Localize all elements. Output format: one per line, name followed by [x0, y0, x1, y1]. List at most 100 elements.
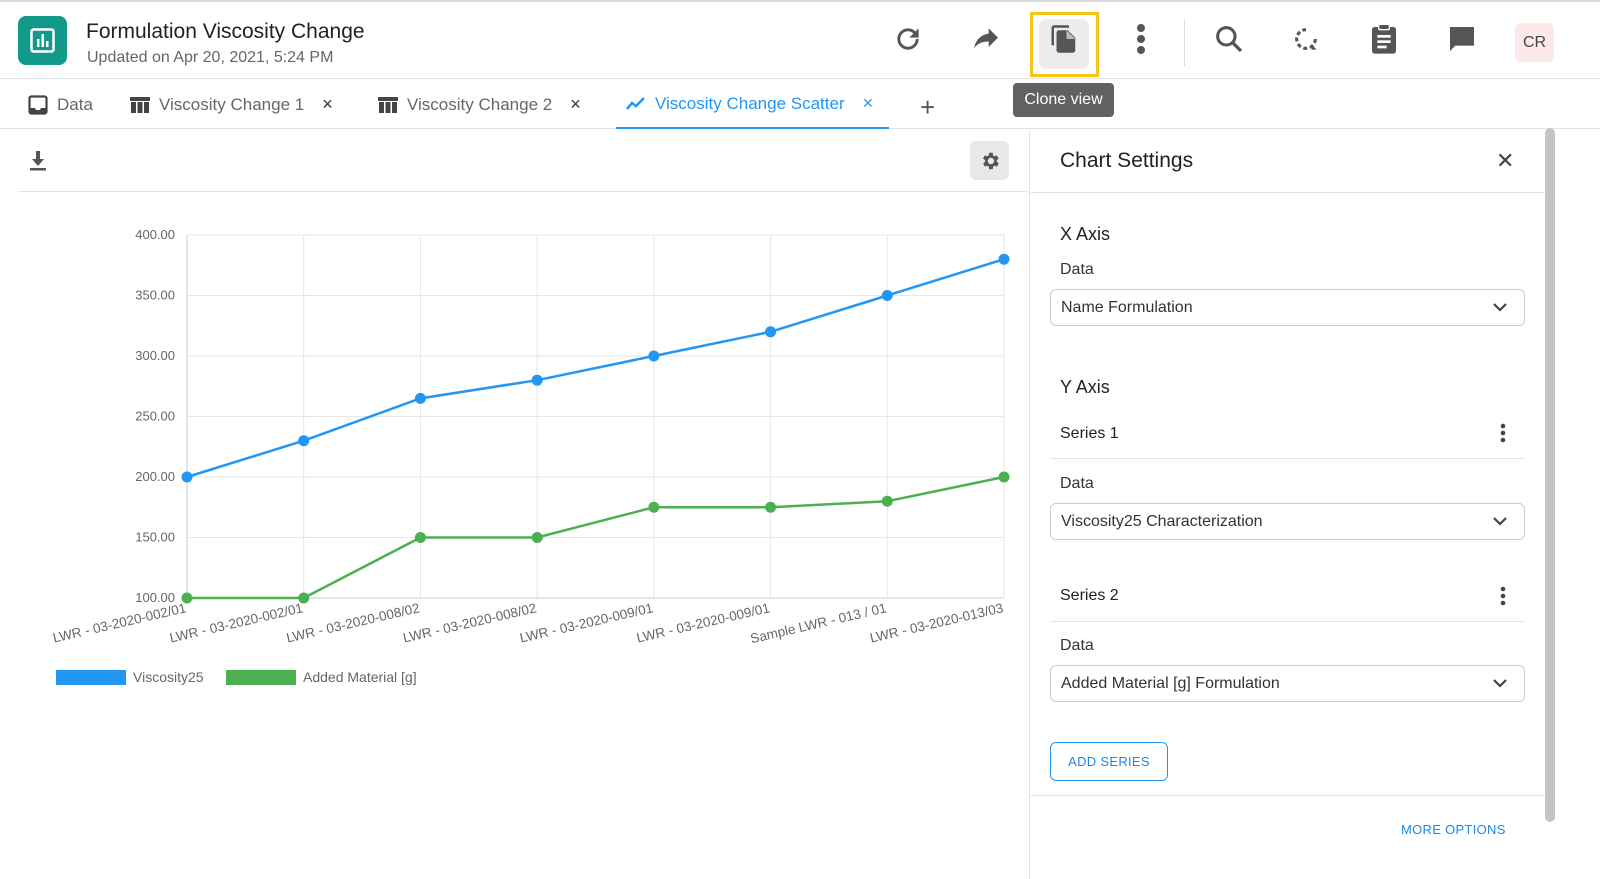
series-1-menu-icon[interactable]: [1500, 423, 1506, 443]
download-icon: [30, 151, 46, 171]
legend-label: Viscosity25: [133, 669, 204, 685]
sync-button[interactable]: [1283, 16, 1329, 62]
legend-label: Added Material [g]: [303, 669, 417, 685]
panel-scrollbar[interactable]: [1545, 128, 1555, 822]
series-2-label: Series 2: [1060, 587, 1119, 604]
chart-toolbar: [18, 130, 1028, 192]
search-icon: [1216, 26, 1243, 53]
legend-swatch: [56, 670, 126, 685]
data-point: [298, 592, 310, 604]
refresh-button[interactable]: [885, 16, 931, 62]
select-value: Name Formulation: [1061, 298, 1193, 316]
download-button[interactable]: [28, 150, 48, 177]
tab-data[interactable]: Data: [28, 80, 93, 129]
app-logo-icon: [18, 16, 67, 65]
x-tick-label: LWR - 03-2020-002/01: [168, 600, 304, 645]
x-tick-label: LWR - 03-2020-009/01: [518, 600, 654, 645]
tab-label: Viscosity Change 2: [407, 94, 553, 114]
data-point: [298, 435, 310, 447]
close-panel-icon[interactable]: ✕: [1496, 148, 1514, 174]
data-point: [414, 392, 426, 404]
data-point: [765, 326, 777, 338]
data-point: [648, 350, 660, 362]
chevron-down-icon: [1493, 517, 1507, 526]
tab-label: Data: [57, 94, 93, 114]
table-icon: [378, 96, 398, 113]
data-point: [881, 495, 893, 507]
line-chart-icon: [626, 96, 645, 110]
divider: [1050, 621, 1525, 622]
tab-viscosity-change-1[interactable]: Viscosity Change 1 ×: [130, 80, 333, 129]
clone-icon: [1051, 25, 1076, 53]
clone-view-icon-wrap[interactable]: [1041, 16, 1087, 62]
updated-timestamp: Updated on Apr 20, 2021, 5:24 PM: [87, 49, 334, 66]
series-1-data-select[interactable]: Viscosity25 Characterization: [1050, 503, 1525, 540]
data-point: [998, 471, 1010, 483]
series-1-label: Series 1: [1060, 425, 1119, 442]
chevron-down-icon: [1493, 679, 1507, 688]
x-tick-label: LWR - 03-2020-008/02: [285, 600, 421, 645]
header: Formulation Viscosity Change Updated on …: [0, 2, 1600, 79]
data-point: [648, 501, 660, 513]
toolbar-divider: [1184, 20, 1185, 66]
more-menu-button[interactable]: [1118, 16, 1164, 62]
more-options-link[interactable]: MORE OPTIONS: [1401, 822, 1506, 837]
tab-label: Viscosity Change Scatter: [655, 93, 845, 113]
tab-viscosity-change-2[interactable]: Viscosity Change 2 ×: [378, 80, 581, 129]
series-2-menu-icon[interactable]: [1500, 586, 1506, 606]
series-1-data-label: Data: [1060, 475, 1094, 492]
y-tick-label: 400.00: [135, 227, 175, 242]
clipboard-icon: [1372, 23, 1396, 54]
close-tab-icon[interactable]: ×: [570, 94, 581, 115]
x-tick-label: LWR - 03-2020-002/01: [51, 600, 187, 645]
gear-icon: [982, 152, 999, 169]
search-button[interactable]: [1206, 16, 1252, 62]
tab-label: Viscosity Change 1: [159, 94, 305, 114]
comments-button[interactable]: [1439, 16, 1485, 62]
y-tick-label: 150.00: [135, 530, 175, 545]
page-title: Formulation Viscosity Change: [86, 20, 365, 43]
y-tick-label: 250.00: [135, 409, 175, 424]
add-tab-button[interactable]: +: [920, 92, 935, 123]
close-tab-icon[interactable]: ×: [322, 94, 333, 115]
data-point: [181, 592, 193, 604]
tab-viscosity-change-scatter[interactable]: Viscosity Change Scatter ×: [616, 80, 889, 129]
data-point: [531, 532, 543, 543]
tab-bar: Data Viscosity Change 1 × Viscosity Chang…: [0, 80, 1600, 129]
y-tick-label: 350.00: [135, 288, 175, 303]
x-axis-heading: X Axis: [1060, 224, 1111, 244]
data-point: [181, 471, 193, 483]
table-icon: [130, 96, 150, 113]
legend-swatch: [226, 670, 296, 685]
x-tick-label: LWR - 03-2020-008/02: [402, 600, 538, 645]
y-axis-heading: Y Axis: [1060, 377, 1110, 397]
close-tab-icon[interactable]: ×: [863, 93, 874, 114]
series-line-1: [186, 258, 1005, 479]
divider: [1030, 795, 1547, 796]
share-arrow-icon: [974, 28, 998, 49]
clipboard-button[interactable]: [1361, 16, 1407, 62]
x-tick-label: Sample LWR - 013 / 01: [749, 600, 888, 646]
y-tick-label: 100.00: [135, 590, 175, 605]
x-data-label: Data: [1060, 261, 1094, 278]
clone-view-tooltip: Clone view: [1013, 83, 1114, 117]
series-2-data-select[interactable]: Added Material [g] Formulation: [1050, 665, 1525, 702]
sync-dashed-icon: [1295, 28, 1317, 50]
data-point: [531, 374, 543, 386]
select-value: Viscosity25 Characterization: [1061, 512, 1263, 530]
data-point: [881, 290, 893, 301]
panel-title: Chart Settings: [1060, 149, 1194, 172]
y-tick-label: 200.00: [135, 469, 175, 484]
chart-settings-button[interactable]: [970, 141, 1009, 180]
line-chart: 100.00 150.00 200.00 250.00 300.00 350.00 400.…: [51, 227, 1010, 685]
user-avatar[interactable]: CR: [1515, 23, 1554, 62]
x-data-select[interactable]: Name Formulation: [1050, 289, 1525, 326]
divider: [1030, 192, 1547, 193]
share-button[interactable]: [963, 16, 1009, 62]
data-point: [765, 501, 777, 513]
series-2-data-label: Data: [1060, 637, 1094, 654]
data-point: [414, 532, 426, 543]
comment-icon: [1450, 27, 1474, 51]
refresh-icon: [897, 28, 919, 50]
add-series-button[interactable]: ADD SERIES: [1050, 742, 1168, 781]
